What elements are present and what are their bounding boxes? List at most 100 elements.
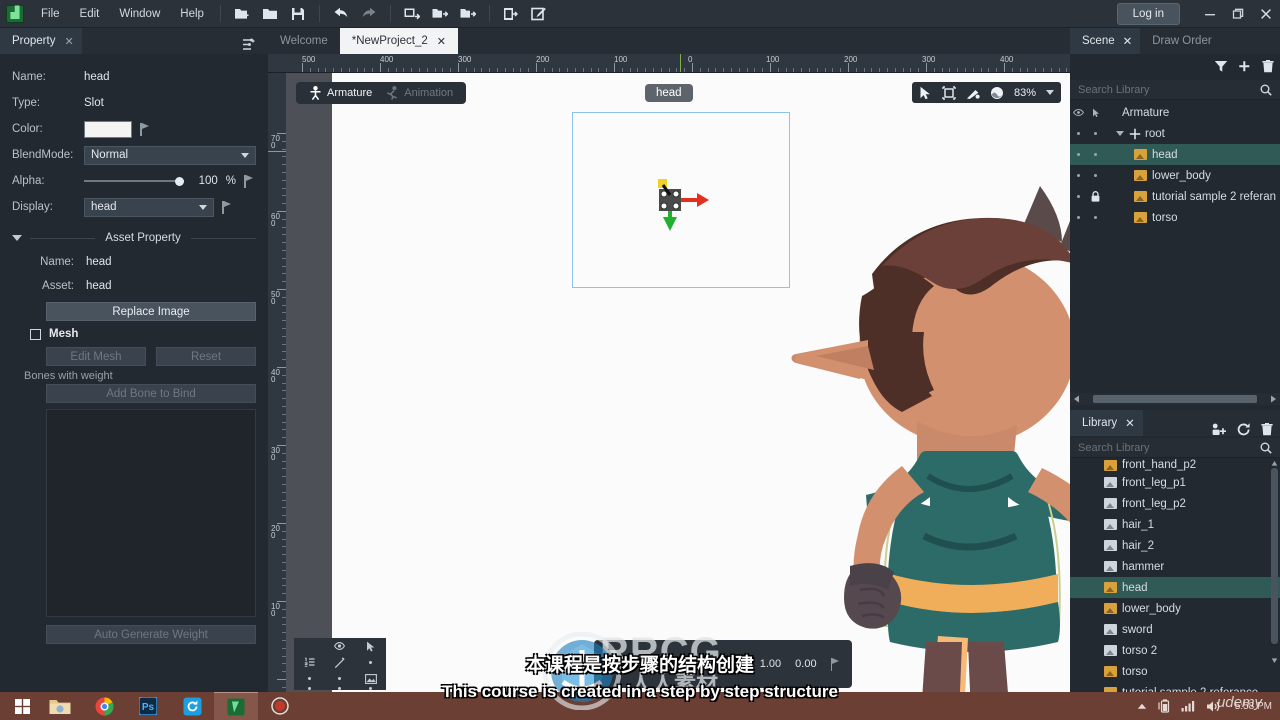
library-search-bar[interactable]: Search Library — [1070, 438, 1280, 458]
add-bone-to-bind-button[interactable]: Add Bone to Bind — [46, 384, 256, 403]
tab-scene[interactable]: Scene ✕ — [1070, 28, 1141, 54]
close-icon-library[interactable]: ✕ — [1125, 416, 1135, 430]
tree-row-lower-body[interactable]: lower_body — [1070, 165, 1280, 186]
login-button[interactable]: Log in — [1116, 2, 1180, 25]
alpha-slider-knob[interactable] — [174, 176, 184, 186]
tab-newproject2[interactable]: *NewProject_2 ✕ — [339, 28, 459, 54]
viewport-canvas[interactable]: Armature Animation head 83% — [286, 73, 1070, 692]
edit-mesh-button[interactable]: Edit Mesh — [46, 347, 146, 366]
asset-property-header[interactable]: Asset Property — [0, 226, 268, 250]
lock-icon[interactable] — [1087, 191, 1104, 202]
panel-layout-icon[interactable] — [242, 38, 268, 54]
undo-icon[interactable] — [329, 3, 353, 25]
library-item-front-leg-p2[interactable]: front_leg_p2 — [1070, 493, 1280, 514]
delete-icon-library[interactable] — [1261, 423, 1273, 436]
new-project-icon[interactable] — [230, 3, 254, 25]
expand-triangle-icon[interactable] — [1116, 131, 1124, 136]
select-cursor-icon[interactable] — [919, 86, 932, 100]
tab-property[interactable]: Property ✕ — [0, 28, 82, 54]
add-asset-icon[interactable] — [1212, 423, 1227, 436]
scene-search-bar[interactable]: Search Library — [1070, 80, 1280, 100]
open-project-icon[interactable] — [258, 3, 282, 25]
lock-toggle-root[interactable] — [1087, 132, 1104, 135]
library-item-front-leg-p1[interactable]: front_leg_p1 — [1070, 472, 1280, 493]
scene-horizontal-scrollbar[interactable] — [1070, 393, 1280, 405]
zoom-chevron-down-icon[interactable] — [1046, 90, 1055, 95]
tab-draw-order[interactable]: Draw Order — [1140, 28, 1219, 54]
reset-button[interactable]: Reset — [156, 347, 256, 366]
save-project-icon[interactable] — [286, 3, 310, 25]
lock-toggle[interactable] — [1087, 108, 1104, 118]
library-item-sword[interactable]: sword — [1070, 619, 1280, 640]
mesh-checkbox[interactable] — [30, 328, 41, 340]
search-icon-library[interactable] — [1260, 442, 1272, 454]
add-icon[interactable] — [1238, 60, 1252, 73]
auto-generate-weight-button[interactable]: Auto Generate Weight — [46, 625, 256, 644]
menu-file[interactable]: File — [32, 4, 69, 24]
redo-icon[interactable] — [357, 3, 381, 25]
tree-row-head[interactable]: head — [1070, 144, 1280, 165]
visibility-toggle-torso[interactable] — [1070, 216, 1087, 219]
maximize-button[interactable] — [1224, 0, 1252, 28]
export-document-icon[interactable] — [499, 3, 523, 25]
alpha-slider[interactable] — [84, 172, 184, 190]
library-item-hammer[interactable]: hammer — [1070, 556, 1280, 577]
import-image-icon[interactable] — [400, 3, 424, 25]
blendmode-select[interactable]: Normal — [84, 145, 256, 165]
menu-window[interactable]: Window — [110, 4, 169, 24]
lock-toggle-lower-body[interactable] — [1087, 174, 1104, 177]
visibility-toggle[interactable] — [1070, 109, 1087, 116]
alpha-value[interactable]: 100 — [190, 175, 218, 187]
transform-gizmo[interactable] — [656, 173, 726, 233]
scrollbar-thumb[interactable] — [1093, 395, 1257, 403]
tree-row-torso[interactable]: torso — [1070, 207, 1280, 228]
visibility-toggle-tutorial[interactable] — [1070, 195, 1087, 198]
menu-help[interactable]: Help — [171, 4, 213, 24]
lock-toggle-torso[interactable] — [1087, 216, 1104, 219]
tree-row-armature[interactable]: Armature — [1070, 102, 1280, 123]
visibility-toggle-head[interactable] — [1070, 153, 1087, 156]
refresh-icon[interactable] — [1237, 423, 1251, 436]
tree-row-root[interactable]: root — [1070, 123, 1280, 144]
visibility-toggle-root[interactable] — [1070, 132, 1087, 135]
mode-animation[interactable]: Animation — [381, 86, 458, 100]
edit-document-icon[interactable] — [527, 3, 551, 25]
weight-paint-icon[interactable] — [990, 86, 1004, 100]
keyframe-flag-icon[interactable] — [140, 122, 152, 136]
scroll-left-icon[interactable] — [1073, 395, 1081, 403]
bones-list[interactable] — [46, 409, 256, 617]
transform-box-icon[interactable] — [942, 85, 956, 100]
keyframe-flag-icon-alpha[interactable] — [244, 174, 256, 188]
close-icon-tab[interactable]: ✕ — [437, 35, 446, 48]
library-item-hair-2[interactable]: hair_2 — [1070, 535, 1280, 556]
close-icon[interactable]: ✕ — [64, 35, 73, 48]
filter-icon[interactable] — [1214, 60, 1228, 73]
close-icon-scene[interactable]: ✕ — [1123, 34, 1133, 48]
import-data-icon[interactable] — [428, 3, 452, 25]
tab-welcome[interactable]: Welcome — [268, 28, 340, 54]
collapse-triangle-icon[interactable] — [12, 235, 22, 241]
lock-toggle-head[interactable] — [1087, 153, 1104, 156]
mode-armature[interactable]: Armature — [304, 86, 377, 100]
replace-image-button[interactable]: Replace Image — [46, 302, 256, 321]
library-item-head[interactable]: head — [1070, 577, 1280, 598]
color-swatch[interactable] — [84, 120, 132, 138]
show-hidden-icons-icon[interactable] — [1137, 703, 1147, 710]
menu-edit[interactable]: Edit — [71, 4, 109, 24]
export-data-icon[interactable] — [456, 3, 480, 25]
library-item-front-hand-p2[interactable]: front_hand_p2 — [1070, 458, 1280, 472]
zoom-level[interactable]: 83% — [1014, 87, 1036, 99]
scroll-up-icon[interactable] — [1271, 458, 1278, 466]
scroll-right-icon[interactable] — [1269, 395, 1277, 403]
tree-row-tutorial-sample[interactable]: tutorial sample 2 referan — [1070, 186, 1280, 207]
tab-library[interactable]: Library ✕ — [1070, 410, 1143, 436]
library-item-hair-1[interactable]: hair_1 — [1070, 514, 1280, 535]
close-button[interactable] — [1252, 0, 1280, 28]
delete-icon[interactable] — [1262, 59, 1274, 73]
library-item-lower-body[interactable]: lower_body — [1070, 598, 1280, 619]
display-select[interactable]: head — [84, 197, 214, 217]
visibility-toggle-lower-body[interactable] — [1070, 174, 1087, 177]
library-scrollbar-thumb[interactable] — [1271, 468, 1278, 644]
pen-tool-icon[interactable] — [966, 86, 980, 100]
search-icon[interactable] — [1260, 84, 1272, 96]
